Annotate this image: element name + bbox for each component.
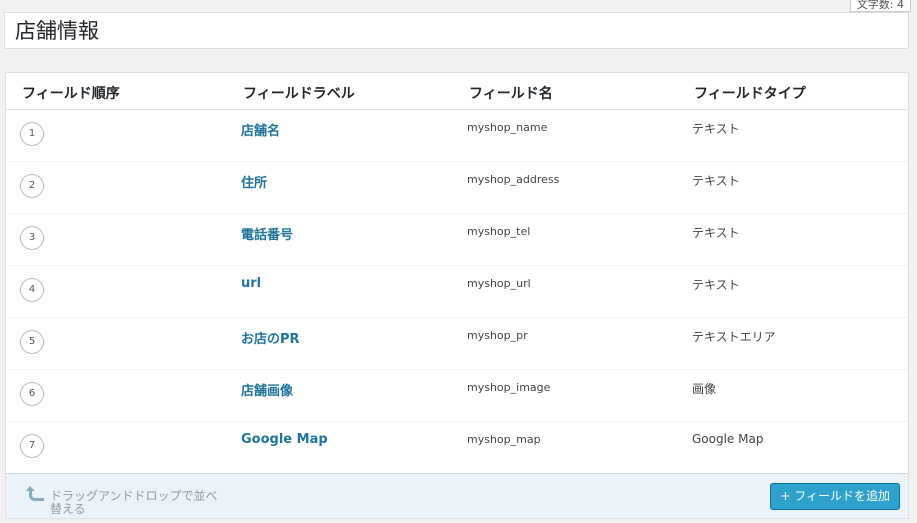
header-field-label: フィールドラベル	[243, 86, 355, 102]
field-label-link[interactable]: Google Map	[241, 432, 328, 447]
wordcount-badge: 文字数: 4	[849, 0, 911, 12]
acf-field-group-editor: 文字数: 4 店舗情報 フィールド順序 フィールドラベル フィールド名 フィール…	[0, 0, 917, 523]
field-type: テキスト	[692, 278, 740, 292]
table-row[interactable]: 7 Google Map myshop_map Google Map	[6, 422, 908, 474]
field-type: テキスト	[692, 122, 740, 136]
field-label-link[interactable]: url	[241, 276, 261, 291]
field-label-link[interactable]: お店のPR	[241, 328, 300, 347]
table-row[interactable]: 5 お店のPR myshop_pr テキストエリア	[6, 318, 908, 370]
order-handle[interactable]: 2	[20, 174, 44, 198]
order-handle[interactable]: 6	[20, 382, 44, 406]
field-type: 画像	[692, 382, 717, 396]
table-row[interactable]: 2 住所 myshop_address テキスト	[6, 162, 908, 214]
drag-hint: ドラッグアンドドロップで並べ替える	[24, 482, 224, 516]
field-name: myshop_tel	[467, 225, 531, 238]
order-handle[interactable]: 5	[20, 330, 44, 354]
field-name: myshop_map	[467, 433, 541, 446]
field-rows: 1 店舗名 myshop_name テキスト 2 住所 myshop_addre…	[6, 110, 908, 474]
field-group-title-input[interactable]: 店舗情報	[4, 12, 909, 49]
table-row[interactable]: 1 店舗名 myshop_name テキスト	[6, 110, 908, 162]
field-name: myshop_pr	[467, 329, 528, 342]
field-type: テキスト	[692, 174, 740, 188]
field-name: myshop_name	[467, 121, 548, 134]
field-label-link[interactable]: 住所	[241, 172, 267, 191]
table-header: フィールド順序 フィールドラベル フィールド名 フィールドタイプ	[6, 73, 908, 110]
field-type: テキスト	[692, 226, 740, 240]
table-row[interactable]: 4 url myshop_url テキスト	[6, 266, 908, 318]
field-label-link[interactable]: 電話番号	[241, 224, 293, 243]
fields-footer: ドラッグアンドドロップで並べ替える + フィールドを追加	[6, 473, 908, 518]
order-handle[interactable]: 4	[20, 278, 44, 302]
table-row[interactable]: 6 店舗画像 myshop_image 画像	[6, 370, 908, 422]
field-type: Google Map	[692, 432, 764, 446]
drag-hint-text: ドラッグアンドドロップで並べ替える	[50, 489, 218, 516]
order-handle[interactable]: 7	[20, 434, 44, 458]
order-handle[interactable]: 1	[20, 122, 44, 146]
curved-arrow-up-icon	[26, 486, 44, 501]
field-label-link[interactable]: 店舗画像	[241, 380, 293, 399]
header-field-order: フィールド順序	[22, 86, 120, 102]
header-field-name: フィールド名	[469, 86, 553, 102]
field-name: myshop_url	[467, 277, 531, 290]
header-field-type: フィールドタイプ	[694, 86, 806, 102]
add-field-button[interactable]: + フィールドを追加	[770, 483, 900, 510]
table-row[interactable]: 3 電話番号 myshop_tel テキスト	[6, 214, 908, 266]
field-type: テキストエリア	[692, 330, 776, 344]
field-name: myshop_address	[467, 173, 560, 186]
field-label-link[interactable]: 店舗名	[241, 120, 280, 139]
fields-panel: フィールド順序 フィールドラベル フィールド名 フィールドタイプ 1 店舗名 m…	[5, 72, 909, 519]
order-handle[interactable]: 3	[20, 226, 44, 250]
field-name: myshop_image	[467, 381, 551, 394]
